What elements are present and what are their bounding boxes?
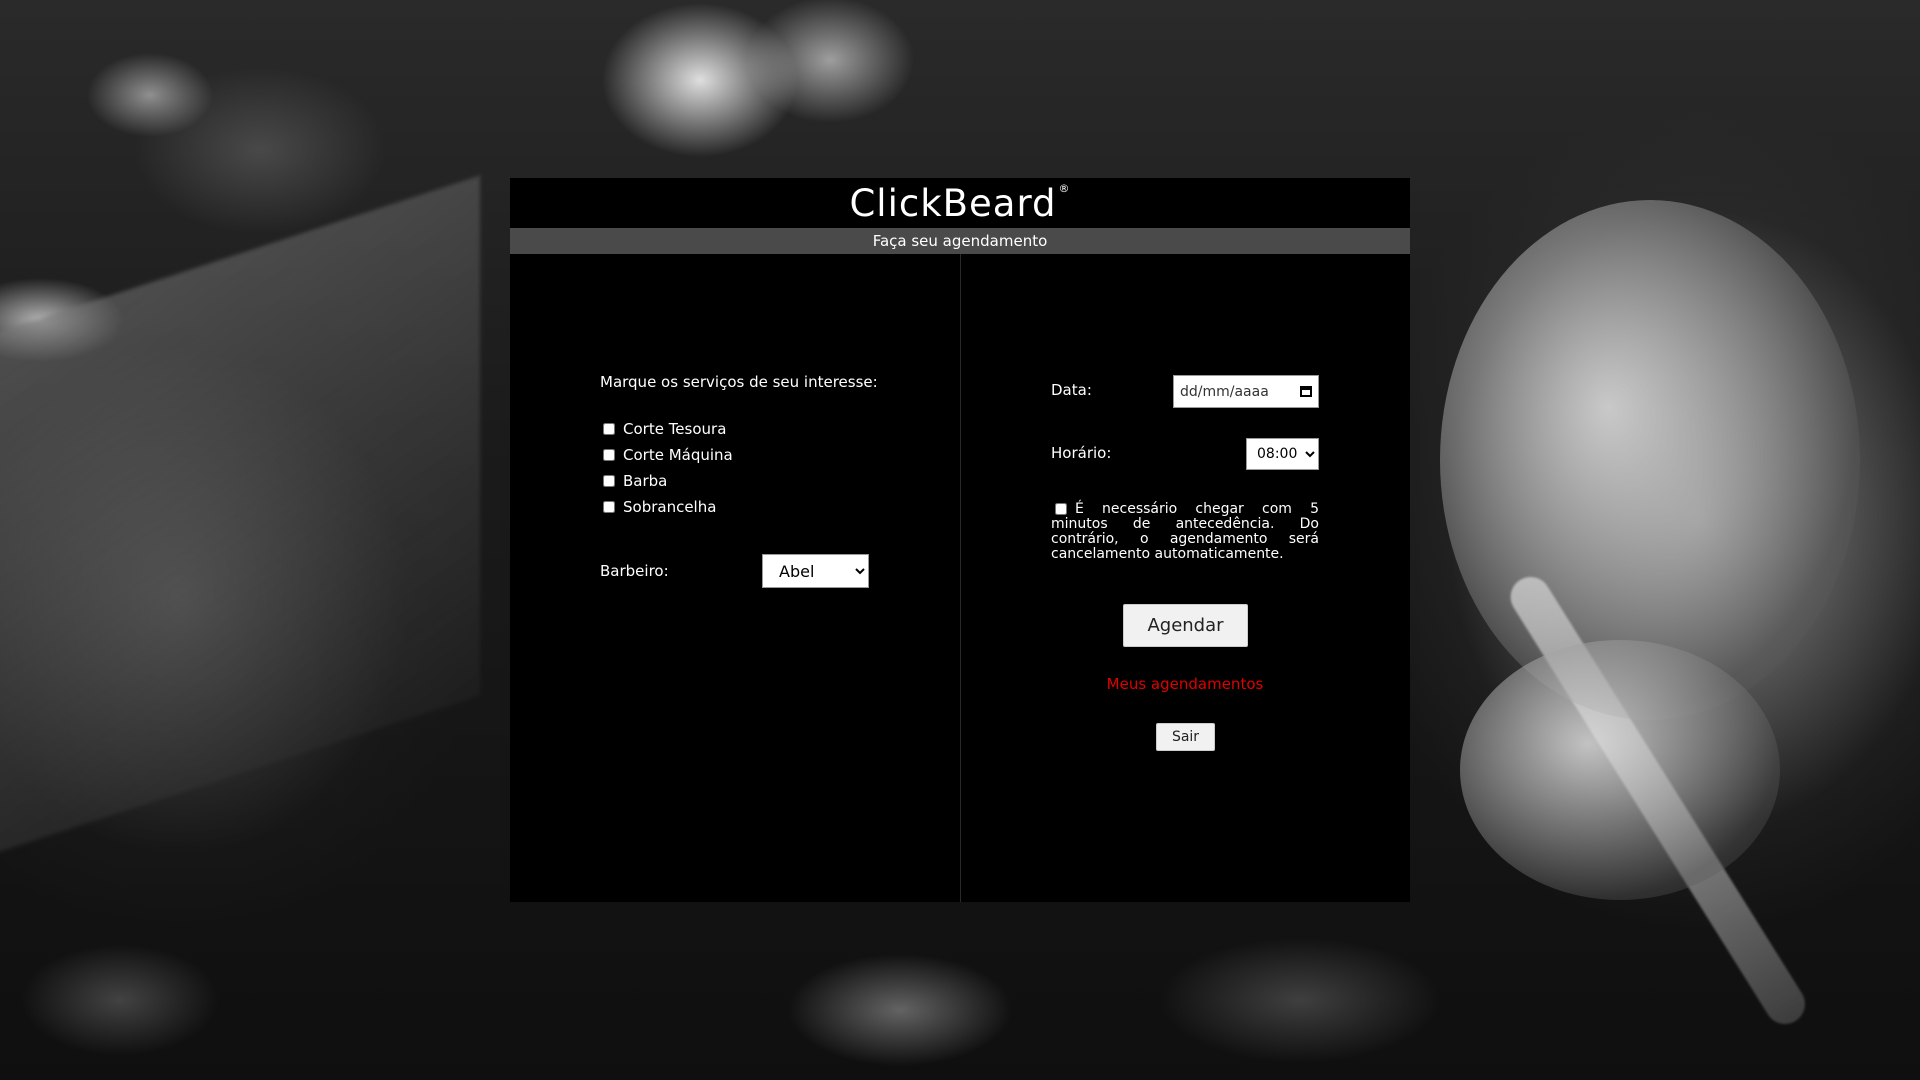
calendar-icon[interactable] — [1300, 386, 1312, 397]
service-checkbox[interactable] — [603, 475, 615, 487]
background-stone-slab — [0, 175, 480, 865]
schedule-button[interactable]: Agendar — [1123, 604, 1248, 647]
column-divider — [960, 254, 961, 902]
service-checkbox[interactable] — [603, 423, 615, 435]
service-label: Barba — [623, 472, 668, 490]
app-title-text: ClickBeard — [849, 182, 1057, 225]
service-sobrancelha[interactable]: Sobrancelha — [603, 498, 716, 516]
notice-text: É necessário chegar com 5 minutos de ant… — [1051, 501, 1319, 562]
services-prompt: Marque os serviços de seu interesse: — [600, 373, 878, 391]
service-label: Corte Tesoura — [623, 420, 727, 438]
booking-card: ClickBeard ® Faça seu agendamento Marque … — [510, 178, 1410, 902]
logout-button[interactable]: Sair — [1156, 723, 1215, 751]
date-placeholder: dd/mm/aaaa — [1180, 383, 1269, 400]
page-subtitle: Faça seu agendamento — [872, 232, 1048, 250]
service-corte-maquina[interactable]: Corte Máquina — [603, 446, 733, 464]
notice-checkbox[interactable] — [1055, 503, 1067, 515]
service-barba[interactable]: Barba — [603, 472, 667, 490]
date-label: Data: — [1051, 381, 1092, 399]
service-label: Sobrancelha — [623, 498, 717, 516]
time-select[interactable]: 08:00 — [1246, 438, 1319, 470]
service-checkbox[interactable] — [603, 501, 615, 513]
service-corte-tesoura[interactable]: Corte Tesoura — [603, 420, 726, 438]
service-label: Corte Máquina — [623, 446, 733, 464]
time-label: Horário: — [1051, 444, 1112, 462]
barber-label: Barbeiro: — [600, 562, 669, 580]
background-fingers — [1460, 640, 1780, 900]
subtitle-bar: Faça seu agendamento — [510, 228, 1410, 254]
barber-select[interactable]: Abel — [762, 554, 869, 588]
header: ClickBeard ® — [510, 178, 1410, 228]
my-appointments-link[interactable]: Meus agendamentos — [1050, 675, 1320, 693]
service-checkbox[interactable] — [603, 449, 615, 461]
registered-mark: ® — [1058, 182, 1071, 195]
date-input[interactable]: dd/mm/aaaa — [1173, 375, 1319, 408]
